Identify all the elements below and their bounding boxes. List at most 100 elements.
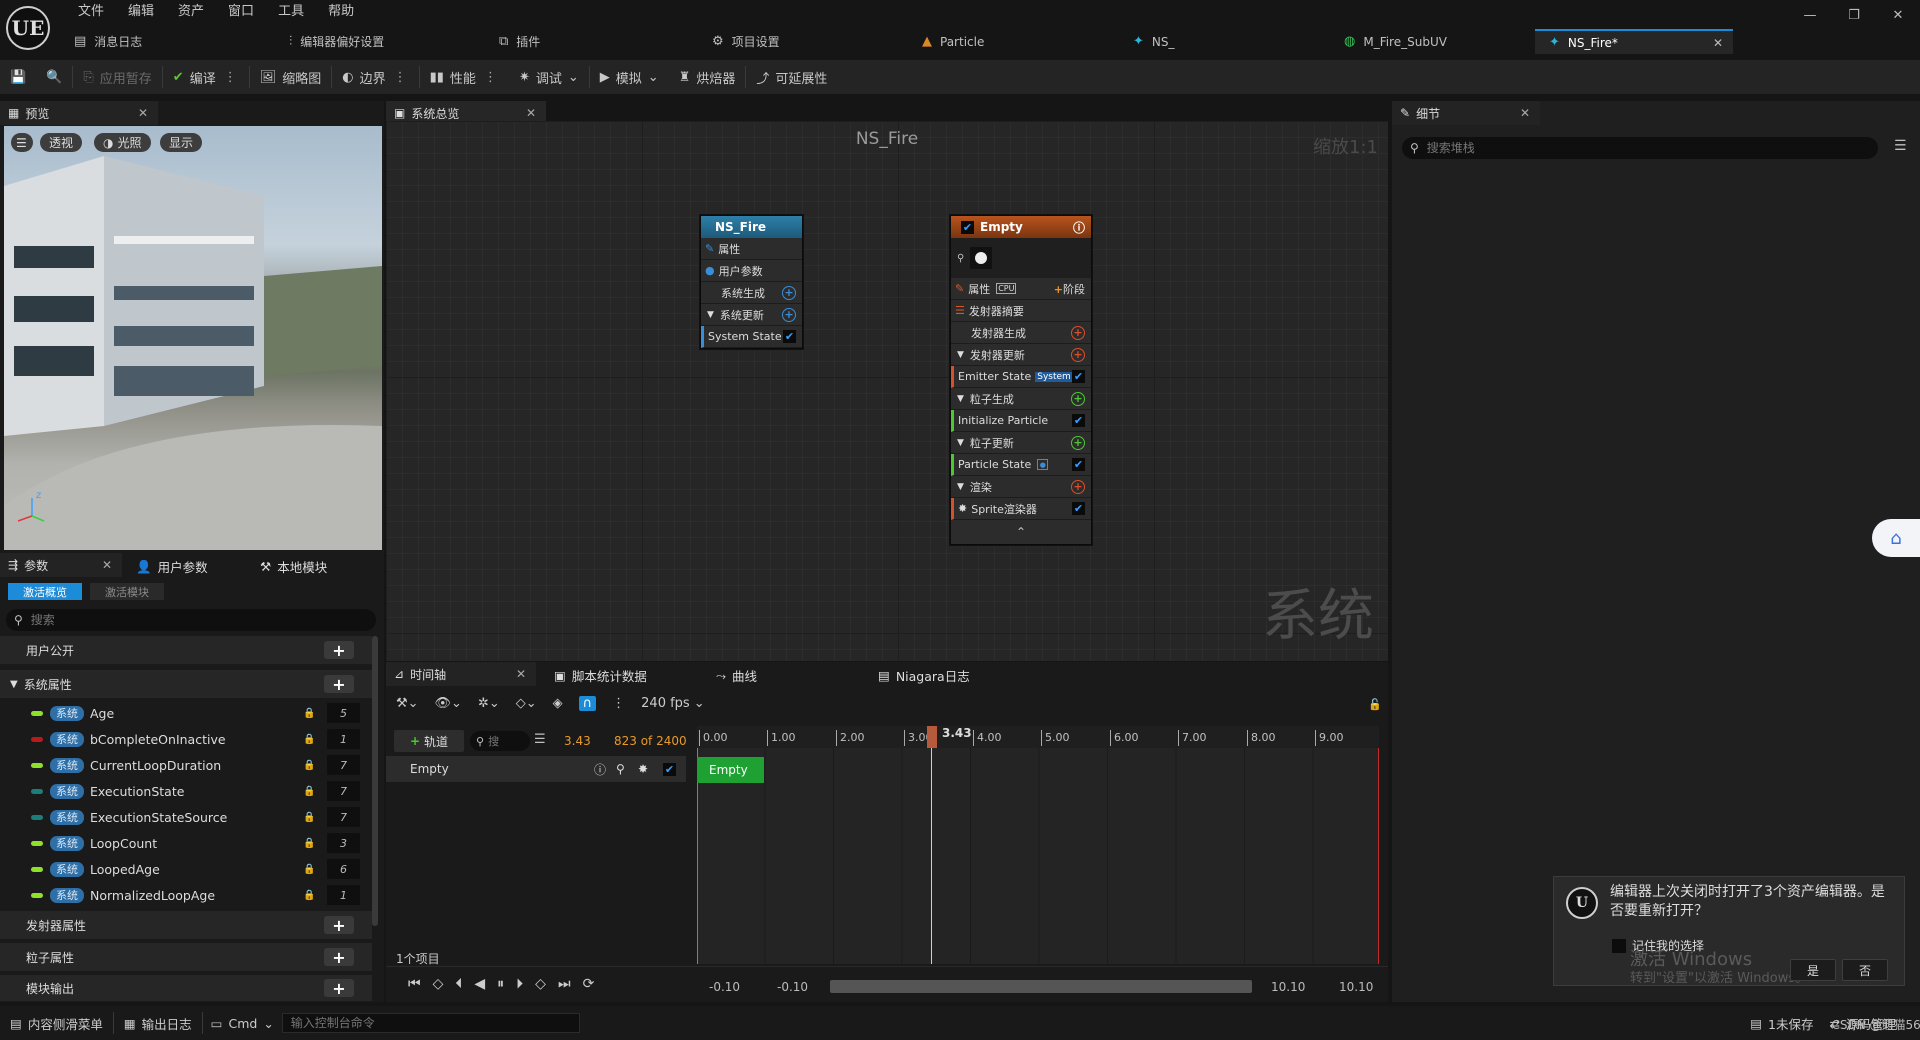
emitter-props-row[interactable]: ✎ 属性 CPU +阶段 [951,278,1091,300]
add-icon[interactable]: + [324,916,354,935]
details-search-input[interactable] [1426,141,1847,155]
simulate-button[interactable]: ▶ 模拟 ⌄ [590,60,669,94]
sprite-icon[interactable]: ✸ [638,762,648,776]
bounds-button[interactable]: ◐ 边界 ⋮ [332,60,418,94]
add-icon[interactable]: + [324,641,354,660]
user-params-row[interactable]: ● 用户参数 [701,260,802,282]
tab-preview[interactable]: ▦ 预览 ✕ [0,101,158,125]
apply-button[interactable]: ⎘ 应用暂存 [73,60,161,94]
module-output-section[interactable]: 模块输出 + [0,975,372,1001]
perspective-button[interactable]: 透视 [40,133,83,152]
tab-script-stats[interactable]: ▣ 脚本统计数据 [554,662,647,689]
tab-details[interactable]: ✎ 细节 ✕ [1392,101,1540,125]
active-modules-tab[interactable]: 激活模块 [90,583,164,600]
close-icon[interactable]: ✕ [1876,0,1920,30]
keyframe-icon[interactable]: ◈ [553,696,563,711]
view-start-value[interactable]: -0.10 [777,980,808,994]
particle-state-row[interactable]: Particle State ● ✔ [951,454,1091,476]
add-icon[interactable]: + [324,948,354,967]
yes-button[interactable]: 是 [1790,959,1836,981]
range-start-value[interactable]: -0.10 [709,980,740,994]
baker-button[interactable]: ♜ 烘焙器 [669,60,746,94]
param-row[interactable]: 系统 LoopCount 🔒 3 [0,830,370,856]
more-icon[interactable]: ⋮ [222,70,239,85]
tab-editor-prefs[interactable]: ⫶ 编辑器偏好设置 [275,29,485,54]
source-control-button[interactable]: ⇄ 源码管理 CSDN @熊猫56 [1824,1006,1920,1040]
tab-timeline[interactable]: ⊿ 时间轴 ✕ [386,662,536,686]
tab-plugins[interactable]: ⧉ 插件 [485,29,698,54]
collapse-button[interactable]: ⌃ [951,520,1091,544]
emitter-summary-row[interactable]: ☰ 发射器摘要 [951,300,1091,322]
particle-attributes-section[interactable]: 粒子属性 + [0,943,372,971]
track-enable-checkbox[interactable]: ✔ [663,762,676,776]
pin-icon[interactable]: ⚲ [616,762,625,776]
track-search-input[interactable] [488,734,519,748]
param-row[interactable]: 系统 ExecutionState 🔒 7 [0,778,370,804]
params-scrollbar[interactable] [372,636,378,926]
minimize-icon[interactable]: — [1788,0,1832,30]
add-module-icon[interactable]: + [782,307,796,322]
step-back-icon[interactable]: ⏴ [455,976,462,992]
details-search[interactable]: ⚲ [1402,137,1878,159]
thumbnail-button[interactable]: 🖼 缩略图 [250,60,332,94]
emitter-attributes-section[interactable]: 发射器属性 + [0,911,372,939]
content-drawer-button[interactable]: ▤ 内容侧滑菜单 [0,1006,113,1040]
param-row[interactable]: 系统 Age 🔒 5 [0,700,370,726]
tab-message-log[interactable]: ▤ 消息日志 [60,29,275,54]
sprite-renderer-row[interactable]: ✸ Sprite渲染器 ✔ [951,498,1091,520]
next-key-icon[interactable]: ◇ [535,976,546,992]
browse-button[interactable]: 🔍 [36,60,72,94]
loop-icon[interactable]: ⟳ [583,976,595,992]
current-time[interactable]: 3.43 [564,734,591,748]
scalability-button[interactable]: ⤴ 可延展性 [746,60,837,94]
filter-icon[interactable]: ☰ [1894,138,1907,154]
particle-spawn-row[interactable]: ▼ 粒子生成 + [951,388,1091,410]
add-track-button[interactable]: + 轨道 [394,730,464,752]
snap-icon[interactable]: ∩ [578,696,597,711]
cmd-select[interactable]: ▭ Cmd ⌄ [203,1006,282,1040]
info-icon[interactable]: ⓘ [1073,219,1085,236]
tab-project-settings[interactable]: ⚙ 项目设置 [698,29,908,54]
unlock-icon[interactable]: 🔓 [1368,698,1382,711]
add-module-icon[interactable]: + [1071,435,1085,450]
unsaved-button[interactable]: ▤ 1未保存 [1740,1006,1823,1040]
step-forward-icon[interactable]: ⏵ [516,976,523,992]
unreal-logo[interactable]: UE [6,6,50,50]
playhead-handle[interactable] [927,726,937,748]
close-tab-icon[interactable]: ✕ [1520,106,1530,120]
system-overview-graph[interactable]: NS_Fire 缩放1:1 系统 NS_Fire ✎ 属性 ● 用户参数 系统生成 +… [386,121,1388,661]
add-renderer-icon[interactable]: + [1071,479,1085,494]
checkbox-icon[interactable]: ✔ [1072,370,1085,383]
lit-button[interactable]: ◑ 光照 [94,133,151,152]
render-row[interactable]: ▼ 渲染 + [951,476,1091,498]
view-end-value[interactable]: 10.10 [1271,980,1305,994]
param-row[interactable]: 系统 NormalizedLoopAge 🔒 1 [0,882,370,908]
pause-icon[interactable]: ⏸ [497,976,504,992]
tab-ns[interactable]: ✦ NS_ [1119,29,1330,54]
add-icon[interactable]: + [324,979,354,998]
range-end-value[interactable]: 10.10 [1339,980,1373,994]
menu-edit[interactable]: 编辑 [116,2,166,22]
play-reverse-icon[interactable]: ◀ [474,976,485,992]
no-button[interactable]: 否 [1842,959,1888,981]
active-overview-tab[interactable]: 激活概览 [8,583,82,600]
checkbox-icon[interactable]: ✔ [1072,414,1085,427]
tab-niagara-log[interactable]: ▤ Niagara日志 [878,662,970,689]
user-exposed-section[interactable]: 用户公开 + [0,636,372,664]
timeline-ruler[interactable]: 0.00 1.00 2.00 3.00 4.00 5.00 6.00 7.00 … [697,726,1379,748]
filter-icon[interactable]: ✲⌄ [478,696,500,711]
tab-material[interactable]: ◍ M_Fire_SubUV [1330,29,1535,54]
menu-tools[interactable]: 工具 [266,2,316,22]
go-to-start-icon[interactable]: ⏮ [408,976,421,992]
system-attributes-section[interactable]: ▼ 系统属性 + [0,670,372,698]
tab-ns-fire[interactable]: ✦ NS_Fire* ✕ [1535,29,1733,54]
close-tab-icon[interactable]: ✕ [138,106,148,120]
close-tab-icon[interactable]: ✕ [1713,36,1723,50]
key-icon[interactable]: ◇⌄ [516,696,537,711]
initialize-particle-row[interactable]: Initialize Particle ✔ [951,410,1091,432]
tab-user-parameters[interactable]: 👤 用户参数 [136,557,208,576]
system-props-row[interactable]: ✎ 属性 [701,238,802,260]
emitter-state-row[interactable]: Emitter State System ✔ [951,366,1091,388]
eye-icon[interactable]: 👁⌄ [435,696,462,711]
add-stage-button[interactable]: +阶段 [1054,281,1085,297]
